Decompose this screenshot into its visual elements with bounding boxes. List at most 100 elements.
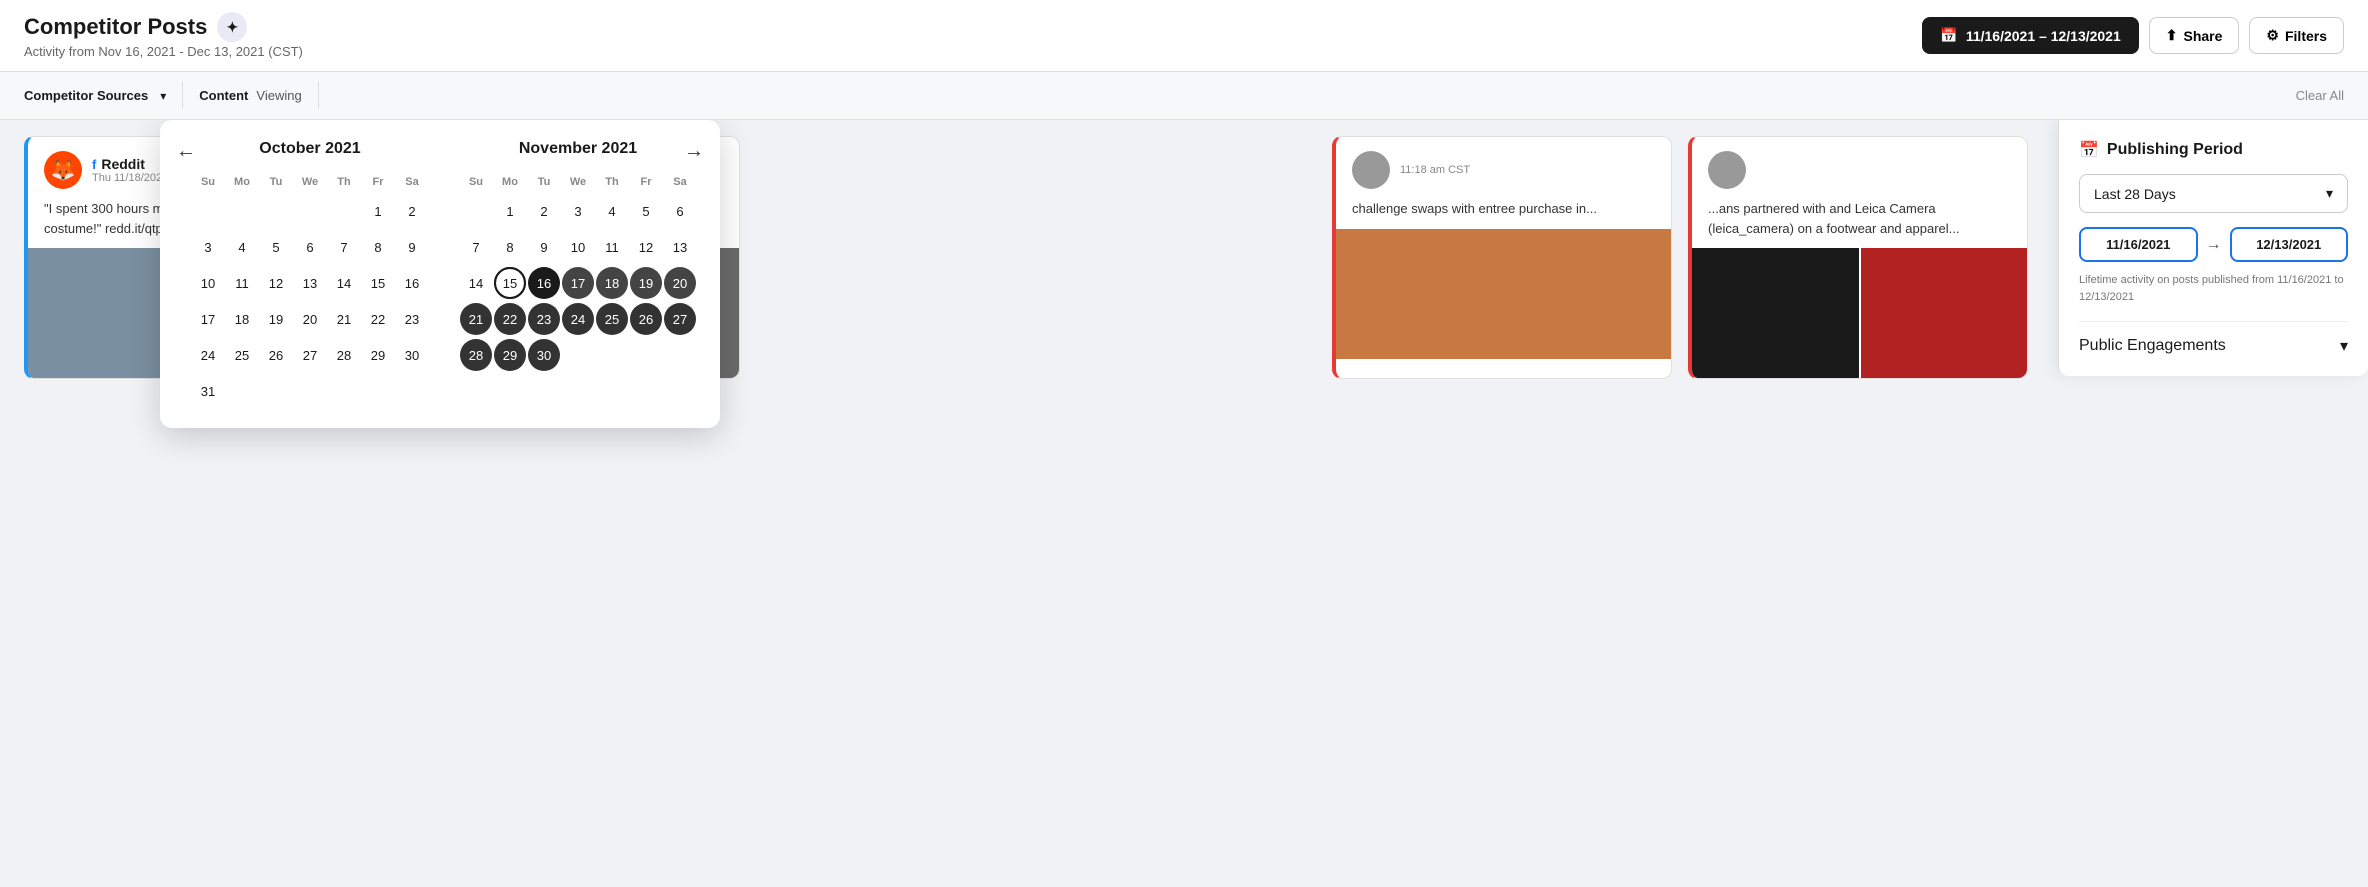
- nov-col-mo: Mo: [494, 172, 526, 192]
- oct-12[interactable]: 12: [260, 267, 292, 299]
- oct-27[interactable]: 27: [294, 339, 326, 371]
- oct-24[interactable]: 24: [192, 339, 224, 371]
- page-title: Competitor Posts ✦: [24, 12, 303, 42]
- clear-all-button[interactable]: Clear All: [2296, 88, 2344, 103]
- sources-filter[interactable]: Competitor Sources ▾: [24, 82, 183, 109]
- sources-label: Competitor Sources: [24, 88, 148, 103]
- nov-13[interactable]: 13: [664, 231, 696, 263]
- oct-23[interactable]: 23: [396, 303, 428, 335]
- nov-2[interactable]: 2: [528, 195, 560, 227]
- oct-17[interactable]: 17: [192, 303, 224, 335]
- oct-1[interactable]: 1: [362, 195, 394, 227]
- end-date-input[interactable]: 12/13/2021: [2230, 227, 2349, 262]
- oct-22[interactable]: 22: [362, 303, 394, 335]
- nov-3[interactable]: 3: [562, 195, 594, 227]
- oct-16[interactable]: 16: [396, 267, 428, 299]
- oct-15[interactable]: 15: [362, 267, 394, 299]
- nov-26[interactable]: 26: [630, 303, 662, 335]
- col-su: Su: [192, 172, 224, 192]
- share-label: Share: [2184, 28, 2223, 44]
- nov-14[interactable]: 14: [460, 267, 492, 299]
- oct-2[interactable]: 2: [396, 195, 428, 227]
- oct-5[interactable]: 5: [260, 231, 292, 263]
- nov-22[interactable]: 22: [494, 303, 526, 335]
- oct-19[interactable]: 19: [260, 303, 292, 335]
- content-filter[interactable]: Content Viewing: [183, 82, 318, 109]
- november-title: November 2021: [460, 140, 696, 158]
- nov-19[interactable]: 19: [630, 267, 662, 299]
- october-title: October 2021: [192, 140, 428, 158]
- header-right: 📅 11/16/2021 – 12/13/2021 ⬆ Share ⚙ Filt…: [1922, 17, 2344, 54]
- oct-29[interactable]: 29: [362, 339, 394, 371]
- oct-18[interactable]: 18: [226, 303, 258, 335]
- nov-17[interactable]: 17: [562, 267, 594, 299]
- nov-4[interactable]: 4: [596, 195, 628, 227]
- sources-chevron[interactable]: ▾: [160, 89, 166, 103]
- nov-24[interactable]: 24: [562, 303, 594, 335]
- filters-button[interactable]: ⚙ Filters: [2249, 17, 2344, 54]
- oct-31[interactable]: 31: [192, 375, 224, 407]
- post-text-4: ...ans partnered with and Leica Camera (…: [1692, 199, 2027, 248]
- pub-dropdown-chevron: ▾: [2326, 185, 2333, 202]
- content-value: Viewing: [256, 88, 301, 103]
- nov-col-th: Th: [596, 172, 628, 192]
- oct-9[interactable]: 9: [396, 231, 428, 263]
- october-grid: Su Mo Tu We Th Fr Sa 1 2 3 4 5 6 7: [192, 172, 428, 408]
- nov-5[interactable]: 5: [630, 195, 662, 227]
- oct-26[interactable]: 26: [260, 339, 292, 371]
- date-range-label: 11/16/2021 – 12/13/2021: [1966, 28, 2121, 44]
- publishing-period-panel: 📅 Publishing Period Last 28 Days ▾ 11/16…: [2058, 120, 2368, 376]
- oct-21[interactable]: 21: [328, 303, 360, 335]
- oct-4[interactable]: 4: [226, 231, 258, 263]
- calendar-prev-button[interactable]: ←: [176, 140, 196, 163]
- oct-28[interactable]: 28: [328, 339, 360, 371]
- nov-8[interactable]: 8: [494, 231, 526, 263]
- nov-16[interactable]: 16: [528, 267, 560, 299]
- pub-period-dropdown[interactable]: Last 28 Days ▾: [2079, 174, 2348, 213]
- nov-23[interactable]: 23: [528, 303, 560, 335]
- nov-30[interactable]: 30: [528, 339, 560, 371]
- oct-6[interactable]: 6: [294, 231, 326, 263]
- share-button[interactable]: ⬆ Share: [2149, 17, 2240, 54]
- nov-18[interactable]: 18: [596, 267, 628, 299]
- oct-20[interactable]: 20: [294, 303, 326, 335]
- nov-15[interactable]: 15: [494, 267, 526, 299]
- magic-icon: ✦: [217, 12, 247, 42]
- nov-27[interactable]: 27: [664, 303, 696, 335]
- nov-25[interactable]: 25: [596, 303, 628, 335]
- oct-10[interactable]: 10: [192, 267, 224, 299]
- date-range-button[interactable]: 📅 11/16/2021 – 12/13/2021: [1922, 17, 2138, 54]
- public-engagements-section[interactable]: Public Engagements ▾: [2079, 321, 2348, 356]
- nov-6[interactable]: 6: [664, 195, 696, 227]
- oct-13[interactable]: 13: [294, 267, 326, 299]
- nov-29[interactable]: 29: [494, 339, 526, 371]
- oct-8[interactable]: 8: [362, 231, 394, 263]
- nov-20[interactable]: 20: [664, 267, 696, 299]
- calendar-next-button[interactable]: →: [684, 140, 704, 163]
- nov-28[interactable]: 28: [460, 339, 492, 371]
- nov-21[interactable]: 21: [460, 303, 492, 335]
- pub-info-text: Lifetime activity on posts published fro…: [2079, 272, 2348, 305]
- post-images-4: [1692, 248, 2027, 378]
- start-date-input[interactable]: 11/16/2021: [2079, 227, 2198, 262]
- col-sa: Sa: [396, 172, 428, 192]
- oct-7[interactable]: 7: [328, 231, 360, 263]
- nov-12[interactable]: 12: [630, 231, 662, 263]
- calendar-popup: ← October 2021 Su Mo Tu We Th Fr Sa 1 2: [160, 120, 720, 428]
- nov-11[interactable]: 11: [596, 231, 628, 263]
- nov-col-sa: Sa: [664, 172, 696, 192]
- oct-25[interactable]: 25: [226, 339, 258, 371]
- avatar-3: [1352, 151, 1390, 189]
- header: Competitor Posts ✦ Activity from Nov 16,…: [0, 0, 2368, 72]
- oct-11[interactable]: 11: [226, 267, 258, 299]
- nov-1[interactable]: 1: [494, 195, 526, 227]
- october-calendar: October 2021 Su Mo Tu We Th Fr Sa 1 2 3 …: [184, 140, 436, 408]
- nov-10[interactable]: 10: [562, 231, 594, 263]
- oct-30[interactable]: 30: [396, 339, 428, 371]
- oct-3[interactable]: 3: [192, 231, 224, 263]
- post-header-3: 11:18 am CST: [1336, 137, 1671, 199]
- nov-7[interactable]: 7: [460, 231, 492, 263]
- fb-icon: f: [92, 157, 96, 172]
- nov-9[interactable]: 9: [528, 231, 560, 263]
- oct-14[interactable]: 14: [328, 267, 360, 299]
